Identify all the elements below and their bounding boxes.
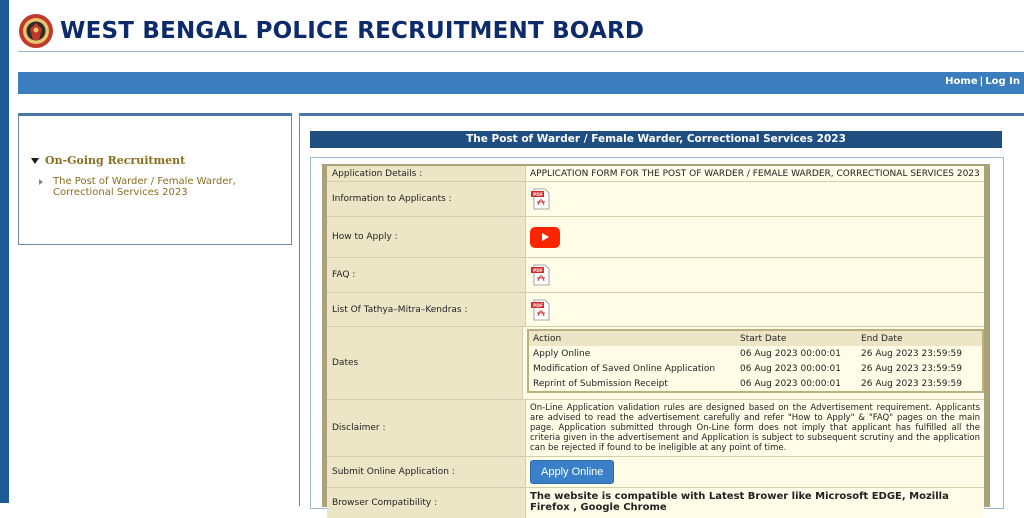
row-information: Information to Applicants : PDF: [327, 182, 984, 217]
tmk-label: List Of Tathya–Mitra–Kendras :: [327, 293, 526, 326]
date-action: Modification of Saved Online Application: [533, 363, 716, 374]
site-header: WEST BENGAL POLICE RECRUITMENT BOARD: [18, 10, 644, 52]
youtube-play-icon[interactable]: [530, 226, 560, 248]
dates-header-end: End Date: [861, 333, 903, 344]
dates-header-action: Action: [533, 333, 562, 344]
browser-compatibility-text: The website is compatible with Latest Br…: [530, 491, 949, 513]
sidebar-item-label: The Post of Warder / Female Warder, Corr…: [53, 176, 236, 198]
date-start: 06 Aug 2023 00:00:01: [740, 363, 841, 374]
header-divider: [18, 51, 1024, 52]
faq-label: FAQ :: [327, 258, 526, 292]
row-tathya-mitra-kendras: List Of Tathya–Mitra–Kendras : PDF: [327, 293, 984, 327]
date-end: 26 Aug 2023 23:59:59: [861, 348, 962, 359]
disclaimer-label: Disclaimer :: [327, 400, 526, 456]
how-to-apply-label: How to Apply :: [327, 217, 526, 257]
top-navbar: Home | Log In: [18, 72, 1024, 94]
sidebar-section-ongoing[interactable]: On-Going Recruitment: [31, 154, 185, 167]
application-details-label: Application Details :: [327, 166, 526, 181]
application-details-value: APPLICATION FORM FOR THE POST OF WARDER …: [526, 166, 984, 181]
date-end: 26 Aug 2023 23:59:59: [861, 378, 962, 389]
svg-text:PDF: PDF: [533, 192, 543, 198]
dates-header-row: Action Start Date End Date: [529, 331, 982, 346]
table-row: Apply Online 06 Aug 2023 00:00:01 26 Aug…: [529, 346, 982, 361]
submit-label: Submit Online Application :: [327, 457, 526, 487]
apply-online-button[interactable]: Apply Online: [530, 460, 615, 484]
pdf-file-icon[interactable]: PDF: [530, 299, 552, 321]
post-title-bar: The Post of Warder / Female Warder, Corr…: [310, 131, 1002, 148]
main-content: The Post of Warder / Female Warder, Corr…: [299, 113, 1024, 518]
browser-label: Browser Compatibility :: [327, 488, 526, 518]
dates-table: Action Start Date End Date Apply Online …: [527, 329, 984, 393]
svg-text:PDF: PDF: [533, 268, 543, 274]
sidebar-section-title: On-Going Recruitment: [45, 154, 186, 167]
row-application-details: Application Details : APPLICATION FORM F…: [327, 166, 984, 182]
date-start: 06 Aug 2023 00:00:01: [740, 378, 841, 389]
left-accent-bar: [0, 0, 9, 503]
row-disclaimer: Disclaimer : On-Line Application validat…: [327, 400, 984, 457]
pdf-file-icon[interactable]: PDF: [530, 264, 552, 286]
site-title: WEST BENGAL POLICE RECRUITMENT BOARD: [60, 18, 645, 44]
details-container: Application Details : APPLICATION FORM F…: [310, 157, 1004, 518]
row-faq: FAQ : PDF: [327, 258, 984, 293]
pdf-file-icon[interactable]: PDF: [530, 188, 552, 210]
svg-text:PDF: PDF: [533, 303, 543, 309]
details-table: Application Details : APPLICATION FORM F…: [322, 164, 990, 518]
row-submit: Submit Online Application : Apply Online: [327, 457, 984, 488]
dates-header-start: Start Date: [740, 333, 787, 344]
nav-separator: |: [979, 76, 984, 87]
dates-label: Dates: [327, 327, 523, 399]
disclaimer-text: On-Line Application validation rules are…: [530, 403, 980, 453]
table-row: Modification of Saved Online Application…: [529, 361, 982, 376]
sidebar: On-Going Recruitment The Post of Warder …: [18, 113, 292, 245]
row-browser: Browser Compatibility : The website is c…: [327, 488, 984, 518]
police-emblem-logo: [19, 14, 53, 48]
bullet-arrow-icon: [39, 179, 43, 185]
date-end: 26 Aug 2023 23:59:59: [861, 363, 962, 374]
row-dates: Dates Action Start Date End Date Apply O…: [327, 327, 984, 400]
date-action: Reprint of Submission Receipt: [533, 378, 668, 389]
date-start: 06 Aug 2023 00:00:01: [740, 348, 841, 359]
information-label: Information to Applicants :: [327, 182, 526, 216]
row-how-to-apply: How to Apply :: [327, 217, 984, 258]
expand-triangle-icon: [31, 158, 39, 164]
sidebar-item-warder[interactable]: The Post of Warder / Female Warder, Corr…: [39, 176, 239, 198]
table-row: Reprint of Submission Receipt 06 Aug 202…: [529, 376, 982, 391]
login-link[interactable]: Log In: [985, 76, 1020, 87]
date-action: Apply Online: [533, 348, 591, 359]
home-link[interactable]: Home: [945, 76, 977, 87]
